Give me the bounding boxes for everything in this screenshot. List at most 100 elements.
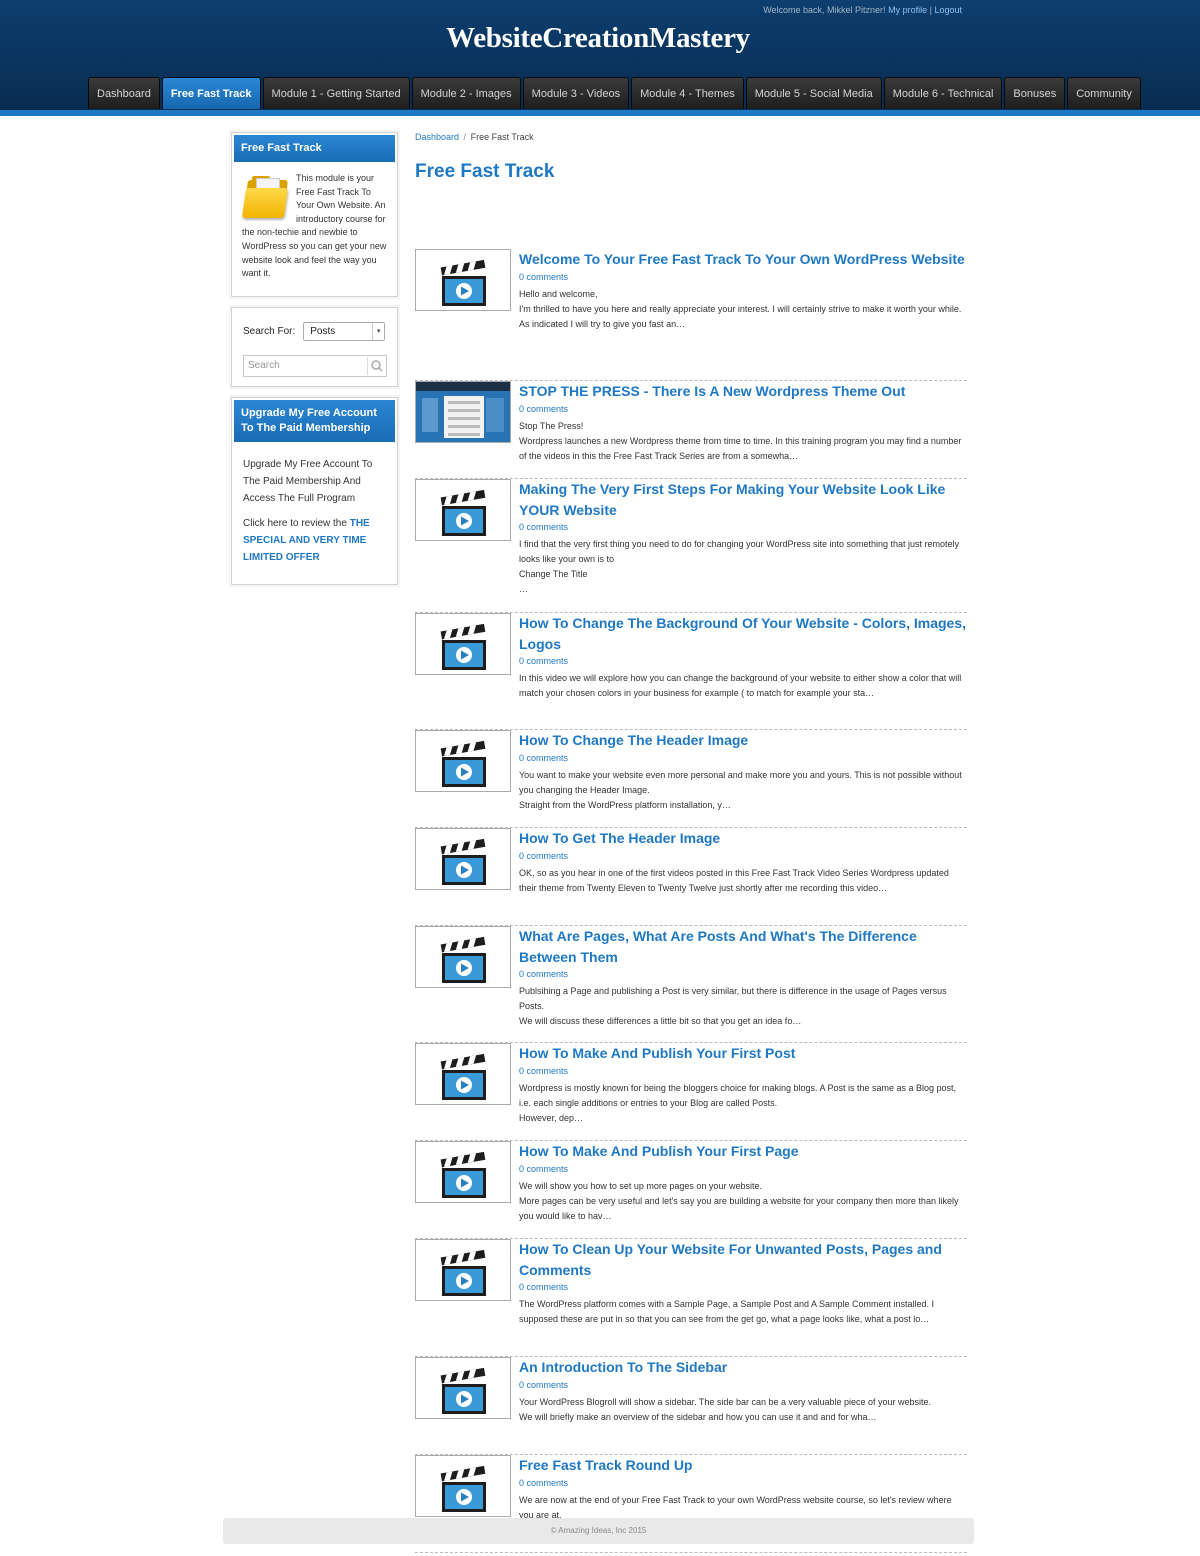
search-type-select[interactable]: Posts ▾ [303,322,386,341]
site-title[interactable]: WebsiteCreationMastery [0,22,1196,55]
video-clapperboard-icon[interactable] [415,926,511,988]
video-clapperboard-icon[interactable] [415,828,511,890]
post-item: How To Get The Header Image 0 comments OK,… [415,828,967,926]
welcome-bar: Welcome back, Mikkel Pitzner! My profile… [763,5,962,15]
nav-tab[interactable]: Bonuses [1004,77,1066,109]
module-info-title: Free Fast Track [232,133,397,164]
post-comments-link[interactable]: 0 comments [519,271,967,283]
nav-tab[interactable]: Module 2 - Images [411,77,521,109]
breadcrumb-separator: / [463,132,467,142]
upgrade-offer-prefix: Click here to review the [243,518,350,529]
post-comments-link[interactable]: 0 comments [519,1379,967,1391]
nav-tab[interactable]: Module 5 - Social Media [745,77,882,109]
post-excerpt-line: Wordpress is mostly known for being the … [519,1082,957,1108]
nav-tab[interactable]: Module 1 - Getting Started [262,77,410,109]
post-excerpt: I find that the very first thing you nee… [519,537,967,597]
post-excerpt: OK, so as you hear in one of the first v… [519,866,967,896]
post-excerpt-line: I'm thrilled to have you here and really… [519,303,962,314]
nav-tab[interactable]: Free Fast Track [161,77,261,109]
post-title-link[interactable]: An Introduction To The Sidebar [519,1357,967,1378]
post-excerpt-line: In this video we will explore how you ca… [519,673,962,698]
post-title-link[interactable]: Free Fast Track Round Up [519,1455,967,1476]
nav-tab[interactable]: Module 6 - Technical [883,77,1003,109]
upgrade-widget: Upgrade My Free Account To The Paid Memb… [231,397,398,585]
post-item: Welcome To Your Free Fast Track To Your … [415,249,967,381]
welcome-text: Welcome back, Mikkel Pitzner! [763,5,886,15]
search-input[interactable]: Search [243,355,387,377]
post-excerpt-line: Straight from the WordPress platform ins… [519,799,731,810]
post-title-link[interactable]: How To Make And Publish Your First Post [519,1043,967,1064]
post-excerpt-line: Wordpress launches a new Wordpress theme… [519,435,962,461]
post-comments-link[interactable]: 0 comments [519,521,967,533]
welcome-separator: | [929,5,932,15]
post-body: How To Get The Header Image 0 comments OK,… [519,828,967,896]
post-comments-link[interactable]: 0 comments [519,1163,967,1175]
post-comments-link[interactable]: 0 comments [519,752,967,764]
sidebar: Free Fast Track This module is your Free… [231,132,398,595]
my-profile-link[interactable]: My profile [888,5,927,15]
post-comments-link[interactable]: 0 comments [519,1281,967,1293]
breadcrumb: Dashboard / Free Fast Track [415,132,967,146]
nav-tab[interactable]: Dashboard [88,77,160,109]
post-title-link[interactable]: Making The Very First Steps For Making Y… [519,479,967,520]
video-clapperboard-icon[interactable] [415,1239,511,1301]
post-comments-link[interactable]: 0 comments [519,1477,967,1489]
video-clapperboard-icon[interactable] [415,730,511,792]
post-title-link[interactable]: Welcome To Your Free Fast Track To Your … [519,249,967,270]
upgrade-text: Upgrade My Free Account To The Paid Memb… [243,459,373,504]
post-comments-link[interactable]: 0 comments [519,1065,967,1077]
post-excerpt-line: We will discuss these differences a litt… [519,1016,802,1026]
video-clapperboard-icon[interactable] [415,1141,511,1203]
post-body: How To Change The Header Image 0 comments… [519,730,967,813]
footer-copyright: © Amazing Ideas, Inc 2015 [550,1526,647,1535]
logout-link[interactable]: Logout [934,5,962,15]
post-body: An Introduction To The Sidebar 0 comments… [519,1357,967,1425]
post-excerpt: Hello and welcome, I'm thrilled to have y… [519,287,967,332]
post-comments-link[interactable]: 0 comments [519,655,967,667]
site-header: Welcome back, Mikkel Pitzner! My profile… [0,0,1200,116]
module-info-widget: Free Fast Track This module is your Free… [231,132,398,297]
nav-tab[interactable]: Module 4 - Themes [631,77,744,109]
post-title-link[interactable]: How To Get The Header Image [519,828,967,849]
post-body: How To Make And Publish Your First Page 0… [519,1141,967,1224]
post-excerpt-line: I find that the very first thing you nee… [519,539,960,564]
video-clapperboard-icon[interactable] [415,613,511,675]
video-clapperboard-icon[interactable] [415,1357,511,1419]
video-clapperboard-icon[interactable] [415,249,511,311]
post-body: Welcome To Your Free Fast Track To Your … [519,249,967,332]
post-title-link[interactable]: STOP THE PRESS - There Is A New Wordpres… [519,381,967,402]
search-icon[interactable] [367,357,385,375]
post-title-link[interactable]: How To Make And Publish Your First Page [519,1141,967,1162]
video-clapperboard-icon[interactable] [415,479,511,541]
post-item: Making The Very First Steps For Making Y… [415,479,967,613]
post-excerpt-line: … [519,584,528,594]
post-excerpt-line: Publsihing a Page and publishing a Post … [519,986,947,1011]
main-content: Dashboard / Free Fast Track Free Fast Tr… [415,132,967,1553]
video-clapperboard-icon[interactable] [415,1043,511,1105]
post-body: STOP THE PRESS - There Is A New Wordpres… [519,381,967,464]
post-title-link[interactable]: How To Change The Background Of Your Web… [519,613,967,654]
post-comments-link[interactable]: 0 comments [519,968,967,980]
page-title: Free Fast Track [415,161,555,182]
post-title-link[interactable]: What Are Pages, What Are Posts And What'… [519,926,967,967]
post-title-link[interactable]: How To Clean Up Your Website For Unwante… [519,1239,967,1280]
breadcrumb-home-link[interactable]: Dashboard [415,132,459,142]
post-title-link[interactable]: How To Change The Header Image [519,730,967,751]
post-screenshot-thumbnail[interactable] [415,381,511,443]
nav-tab[interactable]: Community [1067,77,1141,109]
main-nav: Dashboard Free Fast Track Module 1 - Getti… [88,77,1141,109]
post-body: What Are Pages, What Are Posts And What'… [519,926,967,1029]
post-body: How To Make And Publish Your First Post 0… [519,1043,967,1126]
post-excerpt: We will show you how to set up more page… [519,1179,967,1224]
post-comments-link[interactable]: 0 comments [519,403,967,415]
upgrade-title: Upgrade My Free Account To The Paid Memb… [232,398,397,444]
post-excerpt-line: Stop The Press! [519,420,584,431]
post-item: An Introduction To The Sidebar 0 comments… [415,1357,967,1455]
post-item: How To Change The Header Image 0 comments… [415,730,967,828]
video-clapperboard-icon[interactable] [415,1455,511,1517]
upgrade-offer-paragraph: Click here to review the THE SPECIAL AND… [243,515,386,566]
post-body: Making The Very First Steps For Making Y… [519,479,967,597]
post-item: How To Clean Up Your Website For Unwante… [415,1239,967,1357]
post-comments-link[interactable]: 0 comments [519,850,967,862]
nav-tab[interactable]: Module 3 - Videos [522,77,630,109]
